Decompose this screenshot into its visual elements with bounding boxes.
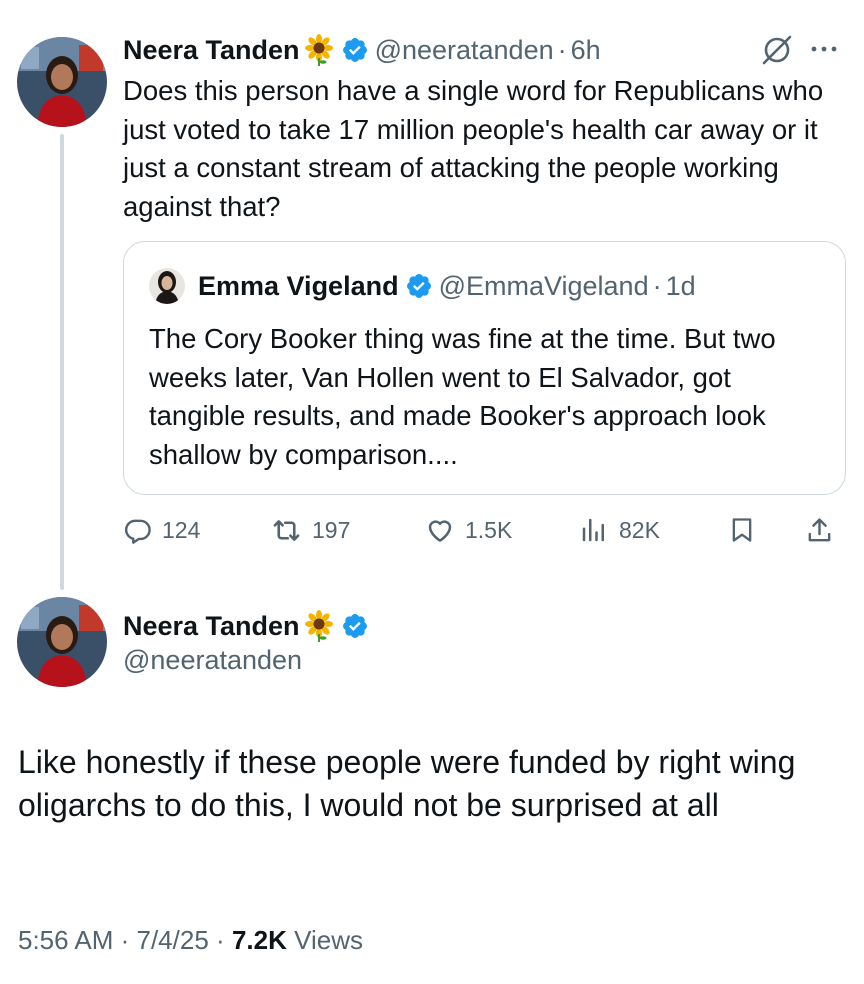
bookmark-button[interactable]: [728, 508, 756, 552]
tweet-header: Neera Tanden: [123, 606, 369, 646]
share-icon: [808, 517, 831, 541]
views-count: 82K: [619, 516, 660, 543]
tweet-meta: 5:56 AM · 7/4/25 · 7.2K Views: [18, 925, 363, 956]
author-name[interactable]: Neera Tanden: [123, 35, 300, 66]
tweet-timestamp[interactable]: 5:56 AM · 7/4/25: [18, 925, 209, 955]
quoted-tweet-text: The Cory Booker thing was fine at the ti…: [149, 323, 776, 470]
reply-icon: [124, 519, 151, 544]
quoted-author-handle[interactable]: @EmmaVigeland: [439, 271, 649, 302]
tweet-text: Does this person have a single word for …: [123, 75, 824, 222]
main-tweet-text: Like honestly if these people were funde…: [18, 744, 796, 823]
sunflower-icon: [303, 610, 335, 642]
reply-button[interactable]: 124: [123, 508, 200, 552]
avatar[interactable]: [17, 597, 107, 687]
views-button[interactable]: 82K: [579, 508, 660, 552]
like-count: 1.5K: [465, 516, 513, 543]
quoted-tweet-time[interactable]: 1d: [666, 271, 696, 302]
sunflower-icon: [303, 34, 335, 66]
tweet-time[interactable]: 6h: [571, 35, 601, 66]
views-chart-icon: [582, 518, 604, 542]
quoted-tweet-header: Emma Vigeland @EmmaVigeland · 1d: [198, 266, 696, 306]
more-options-icon[interactable]: [807, 34, 841, 64]
repost-button[interactable]: 197: [271, 508, 350, 552]
verified-badge-icon[interactable]: [405, 272, 433, 300]
share-button[interactable]: [805, 508, 834, 552]
quoted-avatar[interactable]: [149, 268, 185, 304]
separator-dot: ·: [557, 34, 567, 65]
quoted-tweet-card[interactable]: Emma Vigeland @EmmaVigeland · 1d The Cor…: [123, 241, 846, 495]
verified-badge-icon[interactable]: [341, 612, 369, 640]
verified-badge-icon[interactable]: [341, 36, 369, 64]
quoted-author-name[interactable]: Emma Vigeland: [198, 271, 399, 302]
separator-dot: ·: [216, 925, 225, 955]
views-count: 7.2K: [231, 925, 287, 955]
reply-count: 124: [162, 516, 201, 543]
repost-count: 197: [312, 516, 351, 543]
grok-icon[interactable]: [760, 33, 794, 67]
tweet-header: Neera Tanden @neeratanden · 6h: [123, 30, 601, 70]
tweet-action-bar: 124 197 1.5K 82K: [123, 508, 846, 552]
avatar[interactable]: [17, 37, 107, 127]
bookmark-icon: [732, 518, 752, 542]
author-handle[interactable]: @neeratanden: [123, 645, 302, 676]
separator-dot: ·: [652, 270, 662, 301]
repost-icon: [273, 519, 300, 541]
like-button[interactable]: 1.5K: [425, 508, 512, 552]
author-name[interactable]: Neera Tanden: [123, 611, 300, 642]
thread-connector-line: [60, 134, 64, 590]
author-handle[interactable]: @neeratanden: [375, 35, 554, 66]
views-label: Views: [294, 925, 363, 955]
heart-icon: [428, 520, 452, 542]
